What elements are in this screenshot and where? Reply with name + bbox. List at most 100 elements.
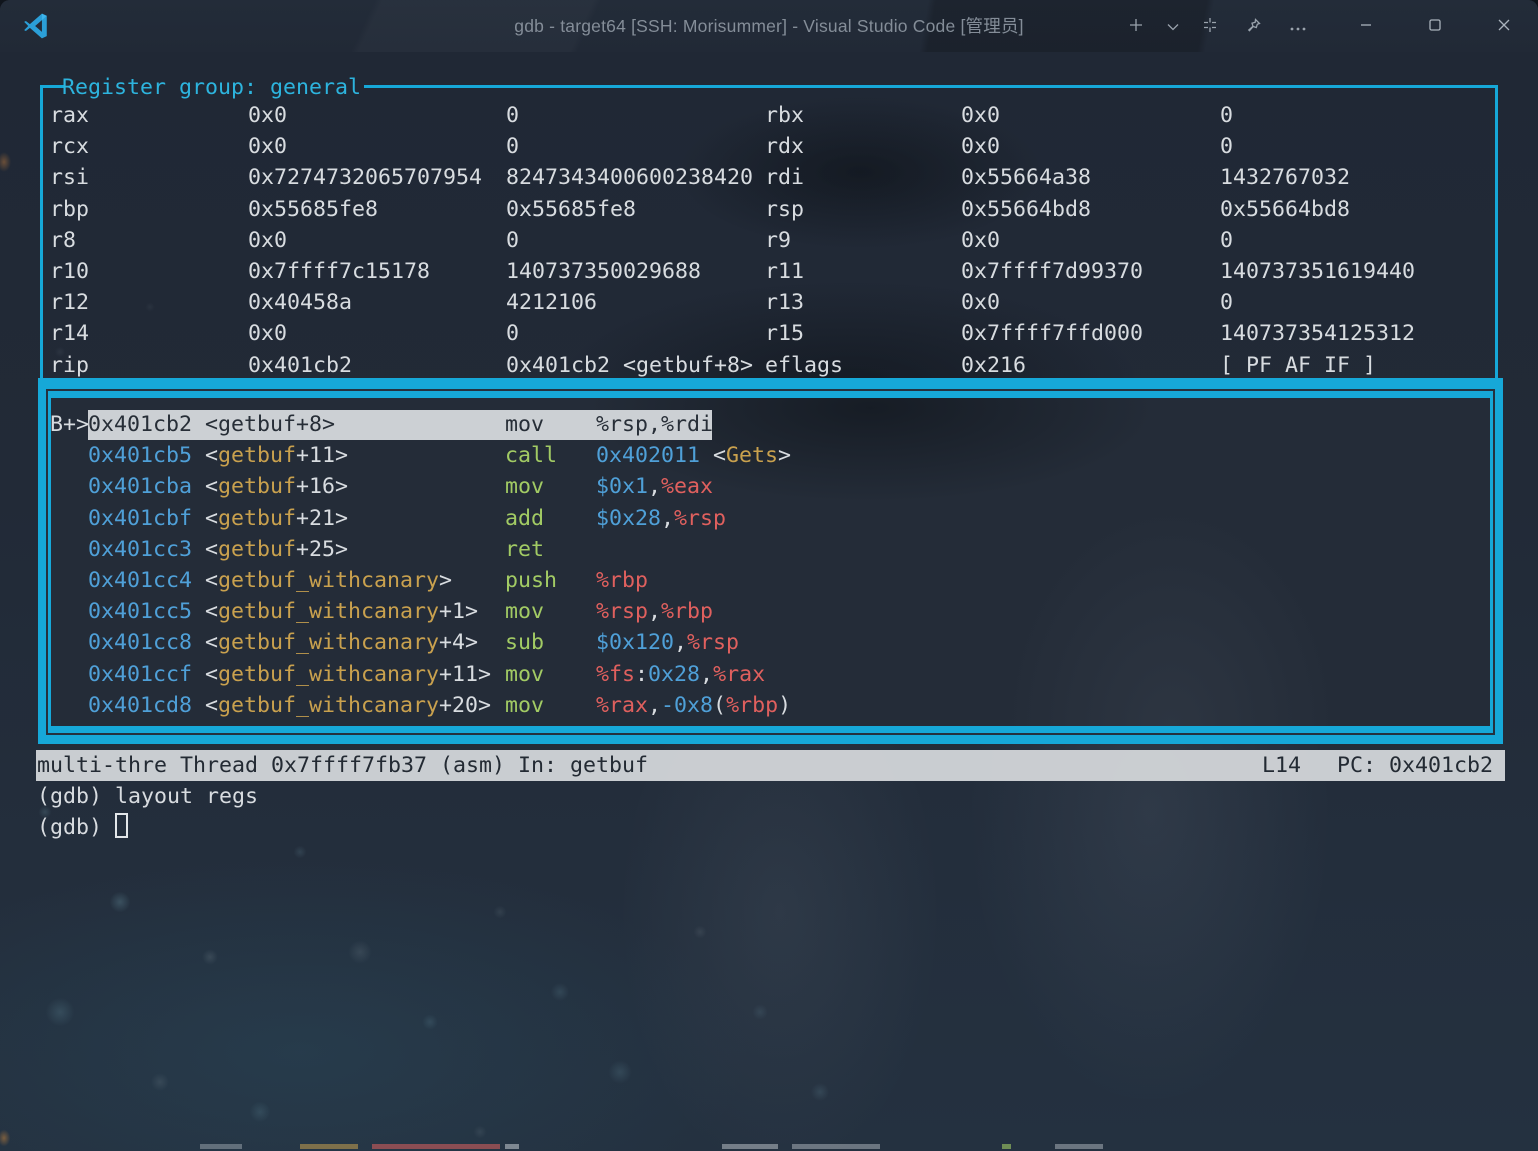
vscode-window: gdb - target64 [SSH: Morisummer] - Visua… xyxy=(0,0,1538,1151)
asm-mnemonic: sub xyxy=(505,627,544,658)
asm-symbol: <getbuf+16> xyxy=(205,471,348,502)
register-name: r12 xyxy=(50,287,89,318)
asm-row: 0x401cbf<getbuf+21>add$0x28,%rsp xyxy=(37,503,1497,534)
asm-operands: $0x28,%rsp xyxy=(596,503,726,534)
register-value: 1432767032 xyxy=(1220,162,1350,193)
register-value: 0 xyxy=(1220,287,1233,318)
register-value: 0x401cb2 <getbuf+8> xyxy=(506,350,753,381)
register-value: 0 xyxy=(1220,225,1233,256)
asm-mnemonic: push xyxy=(505,565,557,596)
titlebar: gdb - target64 [SSH: Morisummer] - Visua… xyxy=(0,0,1538,52)
register-value: 0 xyxy=(506,100,519,131)
asm-address: 0x401cc4 xyxy=(88,565,192,596)
asm-address: 0x401cd8 xyxy=(88,690,192,721)
register-hex: 0x0 xyxy=(961,287,1000,318)
asm-operands: %rbp xyxy=(596,565,648,596)
register-row: r10 0x7ffff7c15178 140737350029688 r11 0x7ff… xyxy=(37,256,1497,287)
asm-address: 0x401cb5 xyxy=(88,440,192,471)
register-hex: 0x0 xyxy=(961,100,1000,131)
unsplit-terminal-button[interactable] xyxy=(1190,8,1230,44)
asm-operands: $0x1,%eax xyxy=(596,471,713,502)
asm-mnemonic: mov xyxy=(505,659,544,690)
terminal[interactable]: Register group: general rax0x00rbx0x00rc… xyxy=(0,52,1538,1151)
register-row: r120x40458a4212106r130x00 xyxy=(37,287,1497,318)
gdb-status-bar: multi-thre Thread 0x7ffff7fb37 (asm) In:… xyxy=(36,750,1505,781)
maximize-button[interactable] xyxy=(1400,0,1469,52)
close-icon xyxy=(1498,19,1510,34)
unsplit-terminal-icon xyxy=(1202,17,1218,36)
asm-symbol: <getbuf_withcanary> xyxy=(205,565,452,596)
register-row: rbp0x55685fe80x55685fe8rsp0x55664bd80x55… xyxy=(37,194,1497,225)
asm-address: 0x401cba xyxy=(88,471,192,502)
status-pc-indicator: PC: 0x401cb2 xyxy=(1337,750,1493,781)
register-row: r80x00r90x00 xyxy=(37,225,1497,256)
asm-mnemonic: mov xyxy=(505,471,544,502)
terminal-profile-dropdown[interactable] xyxy=(1160,8,1186,44)
asm-row: 0x401cc5<getbuf_withcanary+1>mov%rsp,%rb… xyxy=(37,596,1497,627)
register-value: 0 xyxy=(506,318,519,349)
register-hex: 0x7ffff7c15178 xyxy=(248,256,430,287)
gdb-prompt-line[interactable]: (gdb) xyxy=(37,812,128,843)
register-row: rip 0x401cb2 0x401cb2 <getbuf+8> eflags 0x21… xyxy=(37,350,1497,381)
register-value: [ PF AF IF ] xyxy=(1220,350,1376,381)
register-hex: 0x0 xyxy=(248,318,287,349)
register-name: rsp xyxy=(765,194,804,225)
register-value: 8247343400600238420 xyxy=(506,162,753,193)
asm-operands: %fs:0x28,%rax xyxy=(596,659,765,690)
pin-terminal-button[interactable] xyxy=(1234,8,1274,44)
terminal-actions xyxy=(1116,0,1318,52)
register-name: rip xyxy=(50,350,89,381)
register-hex: 0x40458a xyxy=(248,287,352,318)
asm-address: 0x401cc8 xyxy=(88,627,192,658)
register-value: 140737351619440 xyxy=(1220,256,1415,287)
register-value: 140737350029688 xyxy=(506,256,701,287)
more-actions-button[interactable] xyxy=(1278,8,1318,44)
ellipsis-icon xyxy=(1290,19,1306,34)
register-hex: 0x401cb2 xyxy=(248,350,352,381)
register-name: eflags xyxy=(765,350,843,381)
close-button[interactable] xyxy=(1469,0,1538,52)
asm-symbol: <getbuf+21> xyxy=(205,503,348,534)
register-rows: rax 0x0 0 rbx 0x0 0 rcx 0x0 0 rdx 0x0 0 rsi0x7274732… xyxy=(37,100,1497,381)
register-name: r11 xyxy=(765,256,804,287)
register-name: rax xyxy=(50,100,89,131)
gdb-history-line: (gdb) layout regs xyxy=(37,781,258,812)
register-name: rcx xyxy=(50,131,89,162)
register-name: rdx xyxy=(765,131,804,162)
asm-mnemonic: ret xyxy=(505,534,544,565)
new-terminal-button[interactable] xyxy=(1116,8,1156,44)
asm-address: 0x401cbf xyxy=(88,503,192,534)
asm-address: 0x401cc3 xyxy=(88,534,192,565)
register-hex: 0x216 xyxy=(961,350,1026,381)
clipped-bottom-text-row xyxy=(0,1144,78,1149)
register-name: r10 xyxy=(50,256,89,287)
register-name: rdi xyxy=(765,162,804,193)
register-hex: 0x0 xyxy=(961,225,1000,256)
register-row: rax0x00rbx0x00 xyxy=(37,100,1497,131)
asm-rows: B+>0x401cb2<getbuf+8>mov%rsp,%rdi0x401cb… xyxy=(37,409,1497,721)
register-value: 0 xyxy=(506,225,519,256)
asm-breakpoint-gutter: B+> xyxy=(50,409,89,440)
register-row: rsi0x72747320657079548247343400600238420… xyxy=(37,162,1497,193)
minimize-button[interactable] xyxy=(1331,0,1400,52)
window-controls xyxy=(1331,0,1538,52)
asm-operands: 0x402011 <Gets> xyxy=(596,440,791,471)
asm-symbol: <getbuf_withcanary+11> xyxy=(205,659,491,690)
terminal-cursor xyxy=(115,813,128,838)
asm-symbol: <getbuf+8> xyxy=(205,409,335,440)
status-thread-info: multi-thre Thread 0x7ffff7fb37 (asm) In:… xyxy=(37,750,648,781)
register-hex: 0x7ffff7d99370 xyxy=(961,256,1143,287)
maximize-icon xyxy=(1429,19,1441,34)
pin-icon xyxy=(1246,17,1262,36)
register-name: rbx xyxy=(765,100,804,131)
register-value: 0x55664bd8 xyxy=(1220,194,1350,225)
asm-row: 0x401cba <getbuf+16> mov $0x1,%eax xyxy=(37,471,1497,502)
asm-row: 0x401cc4 <getbuf_withcanary> push %rbp xyxy=(37,565,1497,596)
gdb-prompt: (gdb) xyxy=(37,815,115,840)
asm-mnemonic: mov xyxy=(505,409,544,440)
register-hex: 0x0 xyxy=(248,225,287,256)
asm-row: 0x401cb5<getbuf+11>call0x402011 <Gets> xyxy=(37,440,1497,471)
asm-address: 0x401ccf xyxy=(88,659,192,690)
asm-row: 0x401cc8<getbuf_withcanary+4>sub$0x120,%… xyxy=(37,627,1497,658)
register-hex: 0x55664a38 xyxy=(961,162,1091,193)
